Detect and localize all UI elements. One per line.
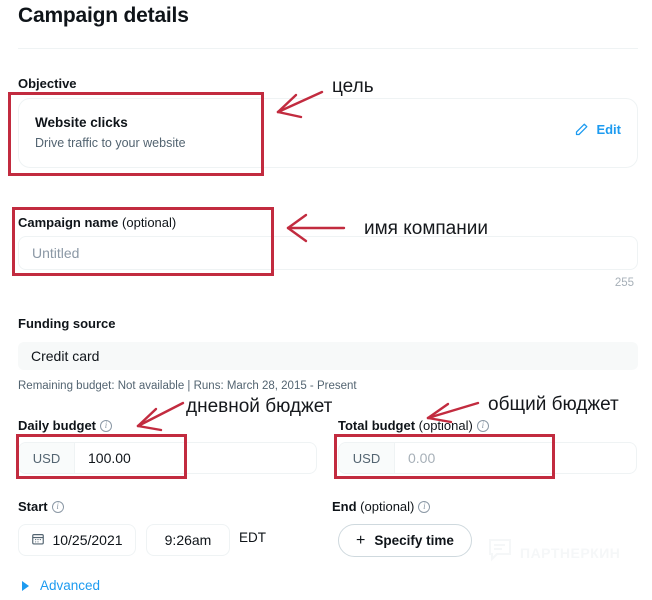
annotation-arrows — [136, 90, 480, 432]
info-icon[interactable] — [51, 500, 64, 513]
page-title: Campaign details — [18, 4, 189, 27]
daily-budget-input[interactable] — [75, 443, 316, 473]
campaign-name-input[interactable] — [18, 236, 638, 270]
start-date-picker[interactable]: 10/25/2021 — [18, 524, 136, 556]
objective-card-subtitle: Drive traffic to your website — [35, 136, 186, 150]
caret-right-icon — [22, 580, 29, 591]
total-budget-field[interactable]: USD — [338, 442, 637, 474]
start-label-text: Start — [18, 499, 48, 514]
annotation-label-campaign-name: имя компании — [364, 218, 488, 239]
funding-source-note: Remaining budget: Not available | Runs: … — [18, 380, 357, 392]
funding-source-value-text: Credit card — [31, 348, 100, 364]
objective-card[interactable]: Website clicks Drive traffic to your web… — [18, 98, 638, 168]
pencil-icon — [574, 122, 589, 137]
advanced-toggle[interactable]: Advanced — [22, 578, 100, 593]
campaign-name-label-text: Campaign name — [18, 215, 119, 230]
header-divider — [18, 48, 638, 49]
daily-budget-currency: USD — [19, 443, 75, 473]
edit-objective-button[interactable]: Edit — [574, 122, 621, 137]
edit-objective-label: Edit — [596, 122, 621, 137]
total-budget-input[interactable] — [395, 443, 636, 473]
objective-label-text: Objective — [18, 76, 77, 91]
start-time-value: 9:26am — [164, 532, 212, 548]
campaign-name-label: Campaign name (optional) — [18, 215, 176, 230]
info-icon[interactable] — [418, 500, 431, 513]
objective-label: Objective — [18, 76, 77, 91]
daily-budget-label-text: Daily budget — [18, 418, 97, 433]
daily-budget-label: Daily budget — [18, 418, 113, 433]
plus-icon: + — [356, 531, 366, 549]
campaign-name-optional: (optional) — [118, 215, 177, 230]
watermark: ПАРТНЕРКИН — [487, 538, 620, 567]
total-budget-label: Total budget (optional) — [338, 418, 489, 433]
info-icon[interactable] — [476, 419, 489, 432]
annotation-label-objective: цель — [332, 76, 374, 97]
calendar-icon — [31, 532, 45, 549]
funding-source-label-text: Funding source — [18, 316, 116, 331]
annotation-label-daily-budget: дневной бюджет — [186, 396, 333, 417]
start-date-value: 10/25/2021 — [52, 532, 123, 548]
start-timezone: EDT — [239, 530, 266, 545]
total-budget-currency: USD — [339, 443, 395, 473]
total-budget-label-text: Total budget — [338, 418, 416, 433]
daily-budget-field[interactable]: USD — [18, 442, 317, 474]
start-time-picker[interactable]: 9:26am — [146, 524, 230, 556]
info-icon[interactable] — [100, 419, 113, 432]
specify-end-time-label: Specify time — [374, 533, 454, 548]
end-label: End (optional) — [332, 499, 431, 514]
funding-source-value: Credit card — [18, 342, 638, 370]
annotation-label-total-budget: общий бюджет — [488, 394, 619, 415]
start-label: Start — [18, 499, 64, 514]
end-label-text: End — [332, 499, 357, 514]
total-budget-optional: (optional) — [415, 418, 473, 433]
watermark-text: ПАРТНЕРКИН — [520, 544, 621, 561]
campaign-name-char-count: 255 — [614, 277, 634, 289]
specify-end-time-button[interactable]: + Specify time — [338, 524, 472, 557]
objective-card-title: Website clicks — [35, 115, 128, 130]
advanced-label: Advanced — [40, 578, 101, 593]
funding-source-label: Funding source — [18, 316, 116, 331]
speech-bubble-icon — [487, 538, 513, 567]
end-optional: (optional) — [356, 499, 415, 514]
